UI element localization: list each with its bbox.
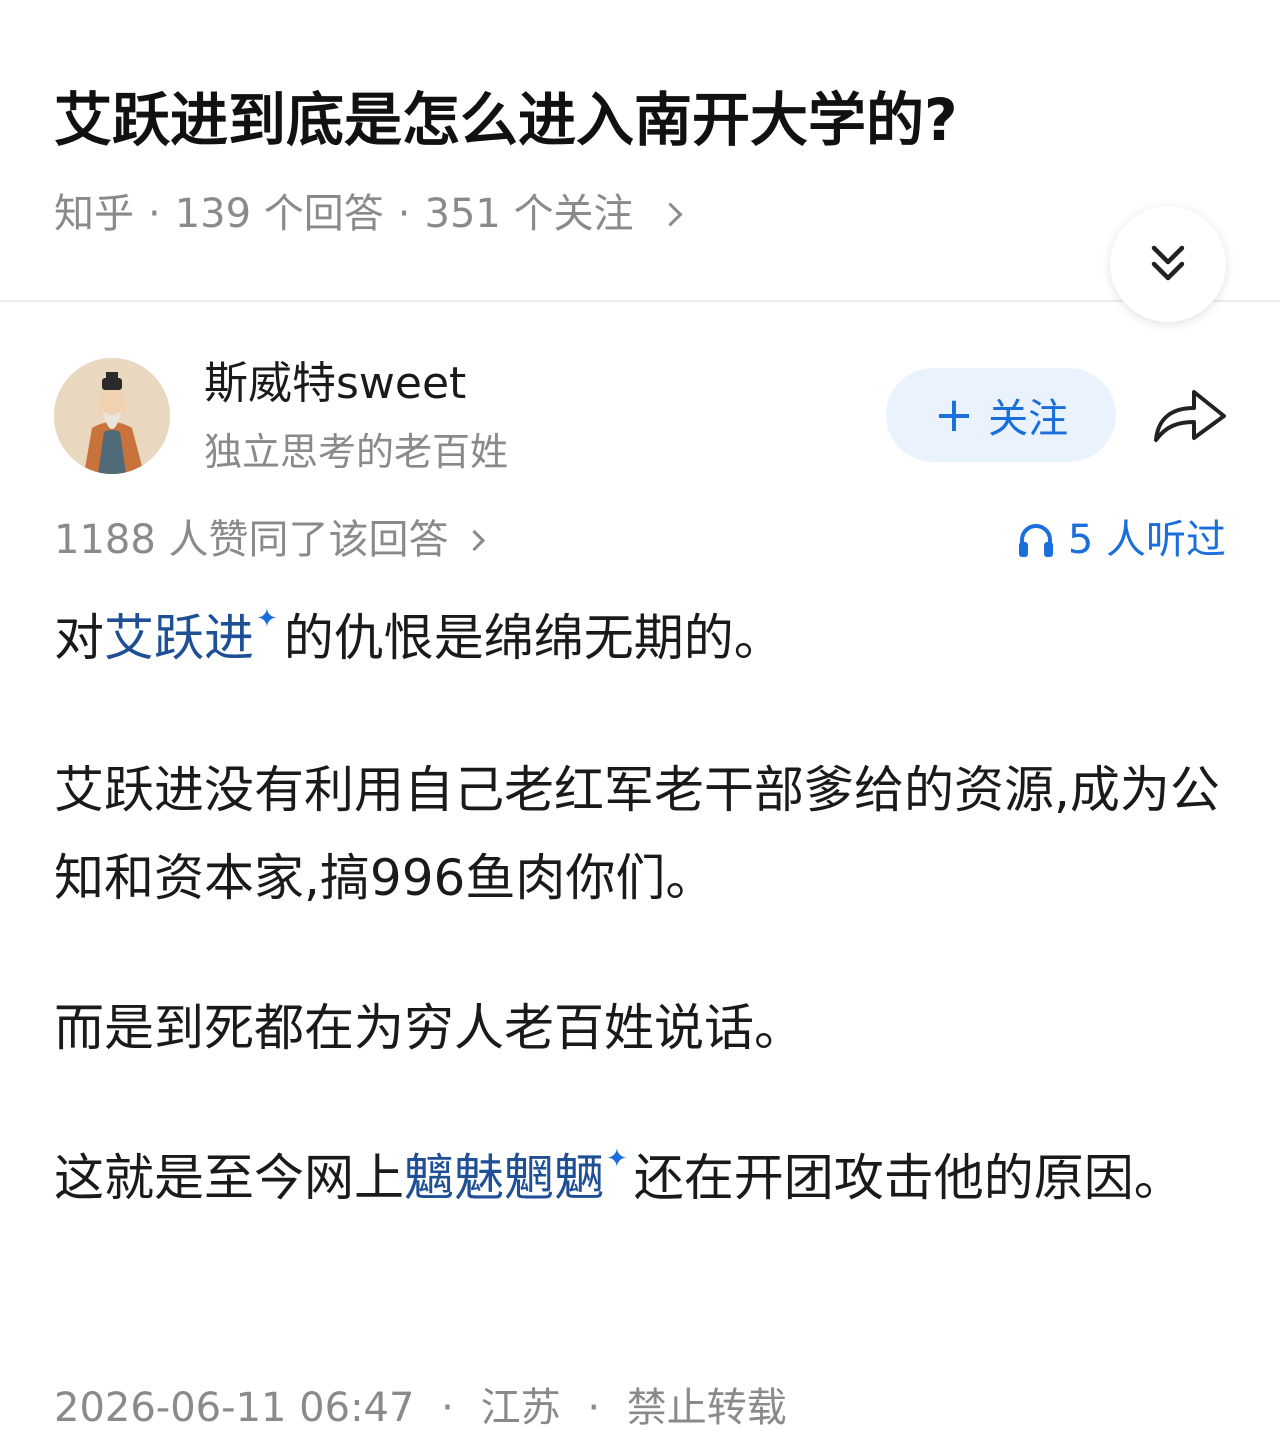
plus-icon: + xyxy=(933,387,975,443)
follower-count: 351 个关注 xyxy=(424,191,634,237)
author-bio: 独立思考的老百姓 xyxy=(204,430,509,474)
header-divider xyxy=(0,300,1280,302)
share-button[interactable] xyxy=(1150,382,1230,448)
answer-paragraph-3: 而是到死都在为穷人老百姓说话。 xyxy=(54,999,804,1057)
sparkle-icon: ✦ xyxy=(256,604,278,634)
meta-separator: · xyxy=(587,1385,601,1431)
follow-button[interactable]: + 关注 xyxy=(886,368,1116,462)
listen-summary[interactable]: 5 人听过 xyxy=(1016,514,1226,566)
chevron-right-icon xyxy=(658,201,683,227)
paragraph-text: 对 xyxy=(54,609,104,667)
follow-label: 关注 xyxy=(988,396,1069,442)
listen-count: 5 人听过 xyxy=(1067,517,1226,563)
author-name[interactable]: 斯威特sweet xyxy=(204,354,466,414)
post-datetime: 2026-06-11 06:47 xyxy=(54,1385,415,1431)
answer-paragraph-1: 对艾跃进✦ 的仇恨是绵绵无期的。 xyxy=(54,594,1226,682)
chevron-right-icon xyxy=(463,529,485,551)
meta-separator: · xyxy=(397,191,411,237)
avatar-portrait-image xyxy=(54,358,170,474)
topic-link-chimei-wangliang[interactable]: 魑魅魍魉 xyxy=(404,1149,604,1207)
paragraph-text: 的仇恨是绵绵无期的。 xyxy=(283,609,784,667)
avatar[interactable] xyxy=(54,358,170,474)
headphones-icon xyxy=(1018,524,1053,557)
vote-summary[interactable]: 1188 人赞同了该回答 xyxy=(54,514,485,566)
double-chevron-down-icon xyxy=(1151,245,1185,281)
vote-count: 1188 人赞同了该回答 xyxy=(54,517,449,563)
paragraph-text: 还在开团攻击他的原因。 xyxy=(633,1149,1184,1207)
answer-paragraph-2: 艾跃进没有利用自己老红军老干部爹给的资源,成为公知和资本家,搞996鱼肉你们。 xyxy=(54,761,1220,907)
sparkle-icon: ✦ xyxy=(606,1144,628,1174)
meta-separator: · xyxy=(441,1385,454,1431)
question-title: 艾跃进到底是怎么进入南开大学的? xyxy=(54,86,958,154)
answer-count: 139 个回答 xyxy=(174,191,384,237)
question-meta[interactable]: 知乎 · 139 个回答 · 351 个关注 xyxy=(54,188,683,240)
collapse-button[interactable] xyxy=(1110,206,1226,322)
share-arrow-icon xyxy=(1154,390,1226,442)
answer-footer-meta: 2026-06-11 06:47 · 江苏 · 禁止转载 xyxy=(54,1380,787,1436)
paragraph-text: 这就是至今网上 xyxy=(54,1149,404,1207)
meta-separator: · xyxy=(148,191,161,237)
post-location: 江苏 xyxy=(480,1385,561,1431)
answer-paragraph-4: 这就是至今网上魑魅魍魉✦ 还在开团攻击他的原因。 xyxy=(54,1134,1226,1222)
copyright-notice: 禁止转载 xyxy=(626,1385,787,1431)
topic-link-ai-yuejin[interactable]: 艾跃进 xyxy=(104,609,254,667)
source-label: 知乎 xyxy=(54,191,134,237)
